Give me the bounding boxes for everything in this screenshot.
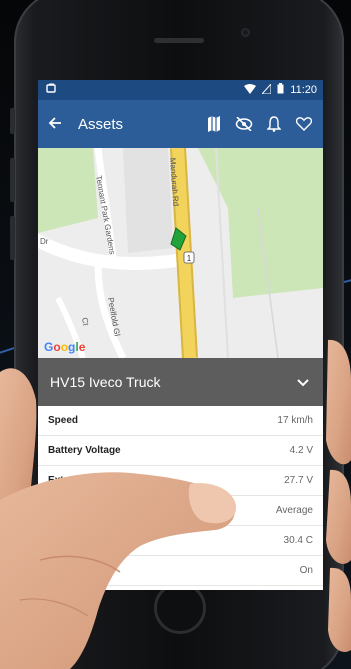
map-view[interactable]: 1 Mandurah Rd Tennant Park Gardens Peelf… — [38, 148, 323, 358]
mute-switch — [10, 108, 15, 134]
phone-screen: 11:20 Assets 1 Mandurah Rd Tennant Park … — [38, 80, 323, 590]
google-logo: Google — [44, 340, 86, 354]
visibility-off-icon[interactable] — [235, 115, 253, 133]
back-arrow-icon[interactable] — [48, 114, 78, 135]
detail-row-temperature: 30.4 C — [38, 526, 323, 556]
asset-details-list: Speed 17 km/h Battery Voltage 4.2 V Exte… — [38, 406, 323, 586]
detail-row-battery-voltage: Battery Voltage 4.2 V — [38, 436, 323, 466]
page-title: Assets — [78, 115, 124, 133]
signal-icon — [261, 82, 272, 97]
chevron-down-icon[interactable] — [297, 374, 309, 390]
volume-up-button — [10, 158, 15, 202]
detail-label: Speed — [48, 415, 79, 426]
detail-value: 4.2 V — [289, 445, 313, 456]
detail-value: 30.4 C — [283, 535, 313, 546]
detail-label: External Voltage — [48, 475, 126, 486]
detail-label: GSM Si — [48, 505, 84, 516]
detail-value: 17 km/h — [277, 415, 313, 426]
app-bar-actions — [205, 115, 313, 133]
earpiece-speaker — [154, 38, 204, 43]
route-shield-number: 1 — [187, 254, 192, 263]
app-bar: Assets — [38, 100, 323, 148]
detail-value: 27.7 V — [284, 475, 313, 486]
detail-label: Battery Voltage — [48, 445, 121, 456]
volume-down-button — [10, 216, 15, 260]
block-area — [123, 148, 173, 253]
map-tiles: 1 Mandurah Rd Tennant Park Gardens Peelf… — [38, 148, 323, 358]
detail-value: On — [299, 565, 313, 576]
detail-row-external-voltage: External Voltage 27.7 V — [38, 466, 323, 496]
park-area — [38, 148, 98, 233]
map-icon[interactable] — [205, 115, 223, 133]
asset-header[interactable]: HV15 Iveco Truck — [38, 358, 323, 406]
detail-value: Average — [275, 505, 313, 516]
detail-row-ignition: On — [38, 556, 323, 586]
wifi-icon — [244, 83, 257, 97]
status-time: 11:20 — [290, 84, 317, 96]
asset-name: HV15 Iveco Truck — [50, 374, 161, 390]
bell-icon[interactable] — [265, 115, 283, 133]
detail-row-gsm-signal: GSM Si Average — [38, 496, 323, 526]
battery-icon — [277, 83, 284, 97]
notification-icon — [46, 83, 57, 97]
status-bar: 11:20 — [38, 80, 323, 100]
front-camera — [241, 28, 250, 37]
detail-row-speed: Speed 17 km/h — [38, 406, 323, 436]
heart-icon[interactable] — [295, 115, 313, 133]
map-label-dr: Dr — [40, 237, 49, 246]
